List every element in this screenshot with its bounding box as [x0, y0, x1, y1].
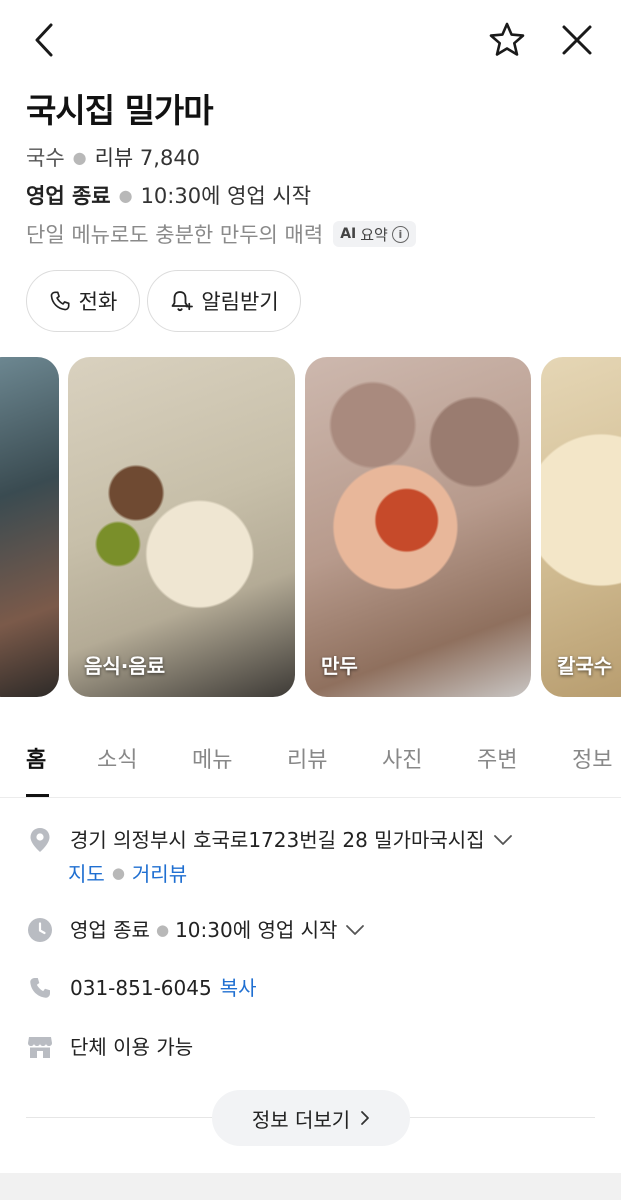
- tab-home[interactable]: 홈: [26, 742, 46, 774]
- info-icon: i: [391, 225, 409, 243]
- phone-icon: [50, 291, 70, 311]
- category-label: 국수: [26, 146, 65, 170]
- phone-row: 031-851-6045 복사: [26, 974, 257, 1002]
- separator-dot: ●: [155, 921, 170, 939]
- copy-phone-button[interactable]: 복사: [220, 974, 257, 1002]
- address-row[interactable]: 경기 의정부시 호국로1723번길 28 밀가마국시집: [26, 826, 513, 854]
- photo-caption: 칼국수: [557, 654, 613, 678]
- ai-summary-badge[interactable]: AI 요약 i: [333, 221, 416, 247]
- photo-caption: 만두: [321, 654, 358, 678]
- ai-summary-row: 단일 메뉴로도 충분한 만두의 매력 AI 요약 i: [26, 219, 416, 249]
- tab-menu[interactable]: 메뉴: [192, 742, 232, 774]
- map-link[interactable]: 지도: [68, 858, 105, 887]
- back-button[interactable]: [24, 20, 64, 60]
- ai-badge-ai: AI: [340, 226, 357, 242]
- separator-dot: ●: [118, 185, 133, 205]
- hours-info: 10:30에 영업 시작: [175, 918, 338, 942]
- close-button[interactable]: [557, 20, 597, 60]
- star-outline-icon: [489, 22, 525, 56]
- photo-card-food-drink[interactable]: 음식·음료: [68, 357, 295, 697]
- street-view-link[interactable]: 거리뷰: [132, 858, 187, 887]
- section-separator: [0, 1173, 621, 1200]
- hours-status: 영업 종료: [70, 918, 150, 942]
- address-links: 지도 ● 거리뷰: [68, 858, 187, 887]
- place-title: 국시집 밀가마: [26, 91, 214, 130]
- chevron-down-icon[interactable]: [493, 826, 513, 854]
- group-info-text: 단체 이용 가능: [70, 1035, 194, 1059]
- ai-badge-label: 요약: [360, 225, 388, 244]
- top-bar: [0, 0, 621, 82]
- category-row: 국수 ● 리뷰 7,840: [26, 142, 200, 172]
- business-status: 영업 종료: [26, 184, 111, 208]
- location-pin-icon: [26, 826, 54, 854]
- phone-icon: [26, 974, 54, 1002]
- phone-number[interactable]: 031-851-6045: [70, 974, 212, 1002]
- separator-dot: ●: [72, 147, 87, 167]
- business-status-row: 영업 종료 ● 10:30에 영업 시작: [26, 180, 311, 210]
- photo-card-dumpling[interactable]: 만두: [305, 357, 531, 697]
- bell-plus-icon: [171, 291, 194, 312]
- photo-card[interactable]: [0, 357, 59, 697]
- ai-summary-text: 단일 메뉴로도 충분한 만두의 매력: [26, 223, 324, 247]
- hours-row[interactable]: 영업 종료 ● 10:30에 영업 시작: [26, 916, 365, 944]
- tab-info[interactable]: 정보: [572, 742, 612, 774]
- chevron-down-icon[interactable]: [345, 916, 365, 944]
- group-row: 단체 이용 가능: [26, 1033, 193, 1061]
- separator-dot: ●: [111, 863, 125, 882]
- store-icon: [26, 1033, 54, 1061]
- open-time-info: 10:30에 영업 시작: [140, 184, 312, 208]
- clock-icon: [26, 916, 54, 944]
- photo-carousel[interactable]: 음식·음료 만두 칼국수: [0, 357, 621, 698]
- tab-photos[interactable]: 사진: [382, 742, 422, 774]
- address-text: 경기 의정부시 호국로1723번길 28 밀가마국시집: [70, 828, 485, 852]
- call-button[interactable]: 전화: [26, 270, 140, 332]
- active-tab-indicator: [26, 794, 49, 797]
- close-icon: [562, 25, 592, 55]
- tab-nearby[interactable]: 주변: [477, 742, 517, 774]
- notify-button-label: 알림받기: [201, 290, 279, 314]
- more-info-button[interactable]: 정보 더보기: [212, 1090, 410, 1146]
- tab-reviews[interactable]: 리뷰: [287, 742, 327, 774]
- more-info-label: 정보 더보기: [251, 1107, 351, 1132]
- notify-button[interactable]: 알림받기: [147, 270, 301, 332]
- favorite-button[interactable]: [487, 20, 527, 60]
- review-count-link[interactable]: 리뷰 7,840: [95, 142, 200, 172]
- chevron-right-icon: [361, 1111, 370, 1125]
- photo-card-kalguksu[interactable]: 칼국수: [541, 357, 621, 697]
- tab-bar: 홈 소식 메뉴 리뷰 사진 주변 정보: [0, 730, 621, 798]
- photo-caption: 음식·음료: [84, 654, 166, 678]
- call-button-label: 전화: [78, 290, 118, 314]
- tab-news[interactable]: 소식: [97, 742, 137, 774]
- chevron-left-icon: [35, 23, 53, 57]
